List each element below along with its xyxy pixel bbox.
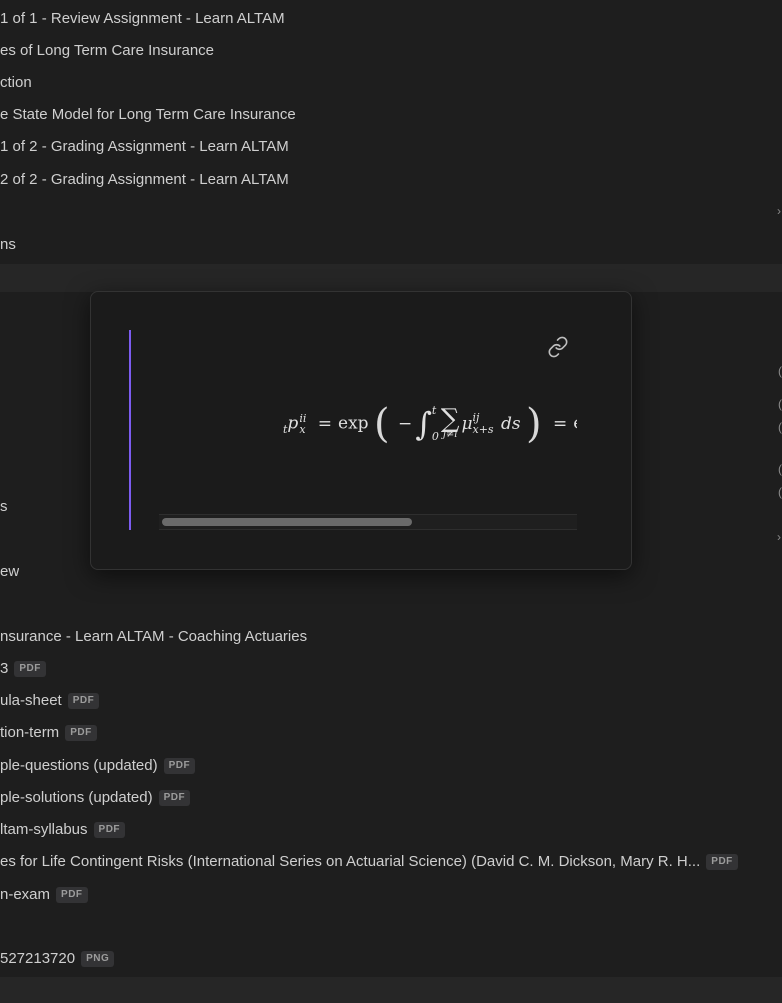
list-item-label: 1 of 1 - Review Assignment - Learn ALTAM (0, 10, 285, 28)
list-item-label: n-exam (0, 886, 51, 904)
formula-integral: ∫ (415, 405, 432, 443)
list-item-label: es for Life Contingent Risks (Internatio… (0, 853, 701, 871)
list-item[interactable]: ple-solutions (updated) PDF (0, 782, 191, 814)
list-item-label: ula-sheet (0, 692, 62, 710)
list-item-label: 527213720 (0, 950, 76, 968)
file-type-badge: PDF (65, 725, 97, 742)
file-type-badge: PDF (163, 758, 196, 775)
file-type-badge: PDF (93, 822, 126, 839)
list-item[interactable]: es for Life Contingent Risks (Internatio… (0, 846, 738, 878)
file-type-badge: PNG (81, 951, 115, 968)
list-item[interactable]: nsurance - Learn ALTAM - Coaching Actuar… (0, 621, 307, 653)
list-item[interactable]: 2 of 2 - Grading Assignment - Learn ALTA… (0, 164, 289, 196)
list-item[interactable]: ction (0, 67, 32, 99)
link-icon[interactable] (547, 336, 569, 358)
formula-equals: = (317, 413, 333, 434)
list-item[interactable]: ula-sheet PDF (0, 685, 100, 717)
edge-mark-icon: ( (778, 364, 782, 378)
file-type-badge: PDF (706, 854, 738, 871)
list-item[interactable]: ew (0, 556, 19, 588)
chevron-right-icon[interactable]: › (777, 204, 781, 218)
hover-preview-popover[interactable]: tpiix =exp ( −∫t0∑j≠iμijx+s ds ) =ex (90, 291, 632, 570)
list-item-label: ction (0, 74, 32, 92)
list-item[interactable]: tion-term PDF (0, 717, 97, 749)
list-item[interactable]: 1 of 2 - Grading Assignment - Learn ALTA… (0, 131, 289, 163)
list-item[interactable]: es of Long Term Care Insurance (0, 35, 214, 67)
list-item-label: ltam-syllabus (0, 821, 88, 839)
formula-paren-close: ) (526, 401, 542, 447)
formula-mu-sub: x+s (472, 423, 494, 436)
list-item-label: ew (0, 563, 20, 581)
list-item-label: e State Model for Long Term Care Insuran… (0, 106, 296, 124)
list-item[interactable]: 3 PDF (0, 653, 46, 685)
file-type-badge: PDF (158, 790, 191, 807)
list-item-label: tion-term (0, 724, 60, 742)
formula-mu: μ (461, 413, 473, 434)
chevron-right-icon[interactable]: › (777, 530, 781, 544)
formula-exp: exp (338, 413, 369, 434)
formula-int-upper: t (431, 404, 437, 417)
list-item-label: ple-questions (updated) (0, 757, 158, 775)
scrollbar-thumb[interactable] (162, 518, 412, 526)
edge-mark-icon: ( (778, 420, 782, 434)
file-type-badge: PDF (14, 661, 46, 678)
edge-mark-icon: ( (778, 462, 782, 476)
list-item[interactable]: ltam-syllabus PDF (0, 814, 126, 846)
list-item[interactable]: n-exam PDF (0, 879, 88, 911)
list-item[interactable]: e State Model for Long Term Care Insuran… (0, 99, 296, 131)
formula-sum: ∑ (440, 404, 460, 434)
list-item-label: ple-solutions (updated) (0, 789, 153, 807)
list-item[interactable]: s (0, 491, 8, 523)
formula-minus: − (397, 413, 413, 434)
list-item[interactable]: 1 of 1 - Review Assignment - Learn ALTAM (0, 3, 285, 35)
formula-tail: ex (573, 414, 577, 434)
formula-paren-open: ( (373, 401, 390, 447)
formula-lhs-sub: x (299, 423, 306, 436)
horizontal-scrollbar[interactable] (159, 514, 577, 530)
status-bar (0, 977, 782, 1003)
list-item[interactable]: 527213720 PNG (0, 943, 115, 975)
formula: tpiix =exp ( −∫t0∑j≠iμijx+s ds ) =ex (283, 398, 577, 450)
formula-sum-lower: j≠i (442, 429, 458, 440)
list-item-label: ns (0, 236, 16, 254)
file-type-badge: PDF (67, 693, 100, 710)
formula-int-lower: 0 (431, 430, 439, 443)
list-item-label: 3 (0, 660, 9, 678)
formula-lhs-p: p (287, 413, 299, 434)
list-item-label: es of Long Term Care Insurance (0, 42, 215, 60)
list-item-label: 2 of 2 - Grading Assignment - Learn ALTA… (0, 171, 289, 189)
formula-ds: ds (501, 413, 521, 434)
list-item[interactable]: ns (0, 229, 16, 261)
list-item-label: nsurance - Learn ALTAM - Coaching Actuar… (0, 628, 308, 646)
callout-accent-bar (129, 330, 131, 530)
formula-equals: = (553, 413, 568, 434)
list-item[interactable]: ple-questions (updated) PDF (0, 750, 196, 782)
list-item-label: s (0, 498, 8, 516)
list-item-label: 1 of 2 - Grading Assignment - Learn ALTA… (0, 138, 289, 156)
edge-mark-icon: ( (778, 397, 782, 411)
section-divider (0, 264, 782, 292)
file-type-badge: PDF (56, 887, 88, 904)
edge-mark-icon: ( (778, 485, 782, 499)
math-block: tpiix =exp ( −∫t0∑j≠iμijx+s ds ) =ex (159, 384, 577, 468)
